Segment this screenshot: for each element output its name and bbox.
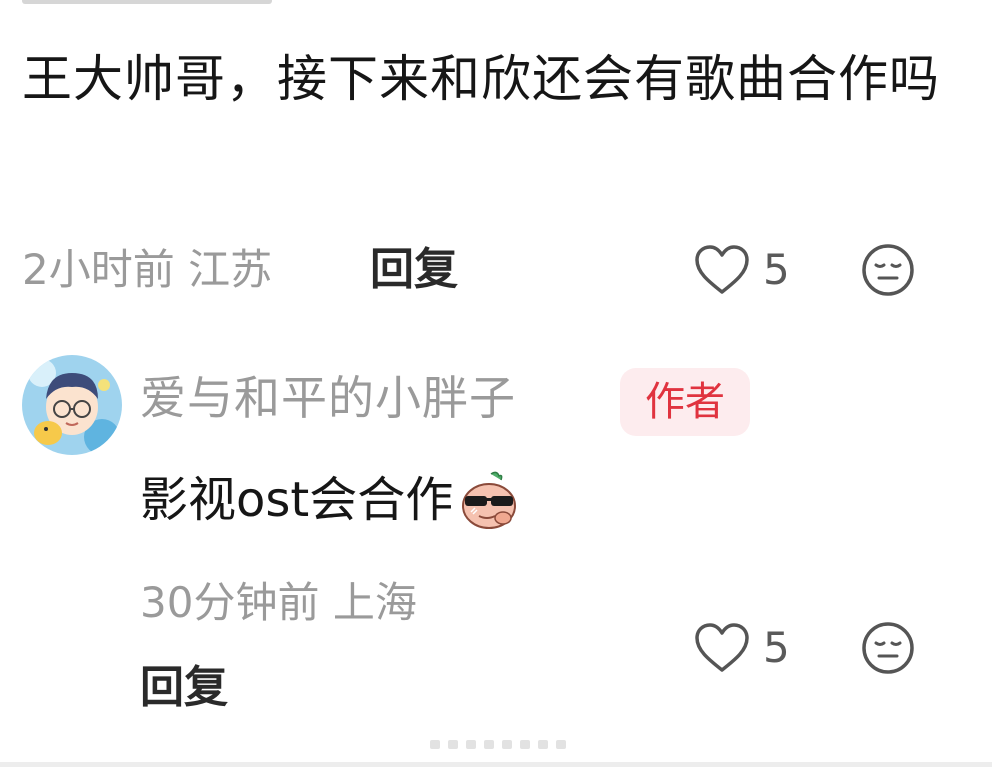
reply-meta: 30分钟前 上海 [140, 575, 417, 631]
reply-time: 30分钟前 [140, 578, 320, 627]
comment-like-button[interactable]: 5 [693, 242, 790, 298]
reply-username[interactable]: 爱与和平的小胖子 [140, 368, 516, 428]
heart-icon [695, 245, 749, 294]
avatar-illustration-icon [22, 355, 122, 455]
author-badge: 作者 [620, 368, 750, 436]
reply-text-row: 影视ost会合作 [140, 468, 521, 532]
comment-location: 江苏 [188, 245, 273, 294]
comment-emoji-button[interactable] [860, 242, 916, 298]
heart-icon [695, 623, 749, 672]
comment-text: 王大帅哥，接下来和欣还会有歌曲合作吗 [22, 50, 940, 108]
bottom-divider [0, 762, 992, 767]
comment-time: 2小时前 [22, 245, 175, 294]
reply-like-count: 5 [763, 623, 790, 672]
comment-meta: 2小时前 江苏 [22, 242, 272, 298]
avatar[interactable] [22, 355, 122, 455]
comment-reply-button[interactable]: 回复 [370, 242, 458, 298]
reply-location: 上海 [332, 578, 417, 627]
cool-bun-sticker-icon [462, 471, 517, 529]
neutral-face-icon [862, 244, 914, 296]
watermark-dots-icon [430, 740, 566, 749]
comment-like-count: 5 [763, 245, 790, 294]
reply-like-button[interactable]: 5 [693, 620, 790, 676]
reply-reply-button[interactable]: 回复 [140, 660, 228, 716]
reply-text: 影视ost会合作 [140, 472, 454, 528]
neutral-face-icon [862, 622, 914, 674]
previous-content-edge [22, 0, 272, 4]
reply-emoji-button[interactable] [860, 620, 916, 676]
